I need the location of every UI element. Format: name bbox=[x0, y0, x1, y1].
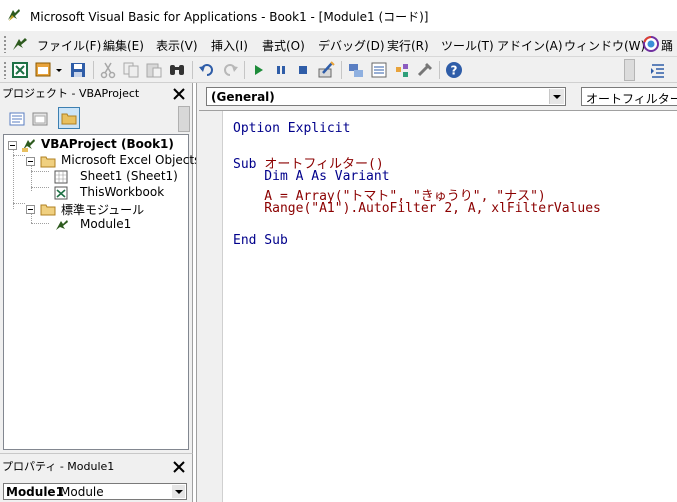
title-bar: Microsoft Visual Basic for Applications … bbox=[0, 0, 677, 31]
code-line: Range("A1").AutoFilter 2, A, xlFilterVal… bbox=[233, 201, 601, 216]
run-icon[interactable] bbox=[250, 61, 268, 79]
tree-label-standard-modules: 標準モジュール bbox=[61, 203, 145, 217]
userform-dropdown-icon[interactable] bbox=[54, 61, 64, 79]
design-mode-icon[interactable] bbox=[317, 61, 335, 79]
menu-edit[interactable]: 編集(E) bbox=[103, 37, 144, 54]
reset-icon[interactable] bbox=[294, 61, 312, 79]
object-select-value: (General) bbox=[211, 90, 275, 104]
code-line: Dim A As Variant bbox=[233, 169, 390, 184]
menu-bar: ファイル(F) 編集(E) 表示(V) 挿入(I) 書式(O) デバッグ(D) … bbox=[0, 31, 677, 57]
menu-run[interactable]: 実行(R) bbox=[387, 37, 429, 54]
code-text: Option Explicit bbox=[233, 121, 351, 136]
close-icon[interactable] bbox=[170, 85, 188, 103]
chevron-down-icon[interactable] bbox=[172, 485, 185, 498]
properties-icon[interactable] bbox=[370, 61, 388, 79]
view-object-icon[interactable] bbox=[31, 110, 49, 128]
tree-item-sheet1[interactable]: Sheet1 (Sheet1) bbox=[4, 169, 184, 185]
project-explorer-icon[interactable] bbox=[347, 61, 365, 79]
project-tree: VBAProject (Book1) Microsoft Excel Objec… bbox=[3, 134, 200, 450]
tree-item-module1[interactable]: Module1 bbox=[4, 217, 184, 233]
tree-label-root: VBAProject (Book1) bbox=[41, 137, 174, 151]
window-title: Microsoft Visual Basic for Applications … bbox=[30, 10, 429, 24]
project-explorer-pane: プロジェクト - VBAProject VBAProject (Book1) M… bbox=[0, 83, 200, 453]
menu-grip[interactable] bbox=[3, 35, 7, 53]
view-code-icon[interactable] bbox=[8, 110, 26, 128]
toolbar-separator bbox=[244, 61, 245, 79]
properties-object-name: Module1 bbox=[6, 485, 64, 499]
tree-item-excel-objects[interactable]: Microsoft Excel Objects bbox=[4, 153, 200, 169]
menu-help[interactable]: 踊 bbox=[661, 37, 673, 54]
help-globe-icon[interactable] bbox=[643, 36, 659, 52]
tree-label-sheet1: Sheet1 (Sheet1) bbox=[80, 169, 178, 183]
object-select[interactable]: (General) bbox=[206, 87, 566, 106]
folder-icon bbox=[40, 156, 56, 168]
tree-label-thisworkbook: ThisWorkbook bbox=[80, 185, 165, 199]
chevron-down-icon[interactable] bbox=[549, 89, 564, 104]
toolbar-grip[interactable] bbox=[3, 61, 7, 79]
toolbar-separator bbox=[93, 61, 94, 79]
code-editor[interactable]: Option Explicit Sub オートフィルター() Dim A As … bbox=[199, 110, 677, 502]
redo-icon[interactable] bbox=[221, 61, 239, 79]
pane-scroll-grip[interactable] bbox=[178, 106, 190, 132]
toolbox-icon[interactable] bbox=[416, 61, 434, 79]
code-text: Range("A1").AutoFilter 2, A, xlFilterVal… bbox=[233, 201, 601, 216]
help-icon[interactable]: ? bbox=[445, 61, 463, 79]
menu-debug[interactable]: デバッグ(D) bbox=[318, 37, 385, 54]
paste-icon[interactable] bbox=[145, 61, 163, 79]
vba-app-icon bbox=[8, 9, 20, 21]
properties-title: プロパティ - Module1 bbox=[2, 460, 115, 473]
copy-icon[interactable] bbox=[122, 61, 140, 79]
undo-icon[interactable] bbox=[198, 61, 216, 79]
folder-icon bbox=[40, 204, 56, 216]
code-line: End Sub bbox=[233, 233, 288, 248]
find-icon[interactable] bbox=[168, 61, 186, 79]
properties-pane: プロパティ - Module1 Module1 Module bbox=[0, 453, 193, 502]
vba-menu-icon[interactable] bbox=[11, 35, 29, 53]
menu-window[interactable]: ウィンドウ(W) bbox=[564, 37, 645, 54]
close-icon[interactable] bbox=[170, 458, 188, 476]
code-line: Option Explicit bbox=[233, 121, 350, 136]
project-explorer-title: プロジェクト - VBAProject bbox=[2, 87, 140, 100]
view-excel-icon[interactable] bbox=[11, 61, 29, 79]
worksheet-icon bbox=[54, 170, 68, 184]
edit-toolbar-indent-icon[interactable] bbox=[649, 61, 667, 79]
toolbar-separator bbox=[439, 61, 440, 79]
collapse-icon[interactable] bbox=[8, 141, 17, 150]
object-browser-icon[interactable] bbox=[393, 61, 411, 79]
save-icon[interactable] bbox=[69, 61, 87, 79]
code-text: End Sub bbox=[233, 233, 288, 248]
properties-object-select[interactable]: Module1 Module bbox=[3, 483, 187, 500]
code-margin[interactable] bbox=[199, 111, 223, 502]
break-icon[interactable] bbox=[272, 61, 290, 79]
toolbar-separator bbox=[192, 61, 193, 79]
procedure-select[interactable]: オートフィルター bbox=[581, 87, 677, 106]
menu-addins[interactable]: アドイン(A) bbox=[497, 37, 563, 54]
svg-text:?: ? bbox=[451, 64, 458, 78]
menu-format[interactable]: 書式(O) bbox=[262, 37, 305, 54]
tree-label-module1: Module1 bbox=[80, 217, 132, 231]
code-text: Dim A As Variant bbox=[233, 169, 390, 184]
properties-object-type: Module bbox=[60, 485, 104, 499]
toolbar-overflow-button[interactable] bbox=[624, 59, 635, 81]
tree-item-thisworkbook[interactable]: ThisWorkbook bbox=[4, 185, 184, 201]
module-icon bbox=[56, 220, 68, 230]
menu-tools[interactable]: ツール(T) bbox=[441, 37, 494, 54]
code-window: (General) オートフィルター Option Explicit Sub オ… bbox=[196, 83, 677, 502]
cut-icon[interactable] bbox=[99, 61, 117, 79]
procedure-select-value: オートフィルター bbox=[586, 92, 677, 106]
workbook-icon bbox=[54, 186, 68, 200]
vbaproject-icon bbox=[22, 139, 35, 152]
menu-file[interactable]: ファイル(F) bbox=[37, 37, 101, 54]
standard-toolbar: ? bbox=[0, 57, 677, 83]
insert-userform-icon[interactable] bbox=[35, 61, 53, 79]
collapse-icon[interactable] bbox=[26, 205, 35, 214]
tree-item-standard-modules[interactable]: 標準モジュール bbox=[4, 201, 184, 217]
tree-item-vbaproject[interactable]: VBAProject (Book1) bbox=[4, 137, 184, 153]
menu-insert[interactable]: 挿入(I) bbox=[211, 37, 248, 54]
toggle-folders-icon[interactable] bbox=[58, 107, 80, 129]
menu-view[interactable]: 表示(V) bbox=[156, 37, 198, 54]
collapse-icon[interactable] bbox=[26, 157, 35, 166]
toolbar-separator bbox=[341, 61, 342, 79]
tree-label-excel-objects: Microsoft Excel Objects bbox=[61, 153, 201, 167]
